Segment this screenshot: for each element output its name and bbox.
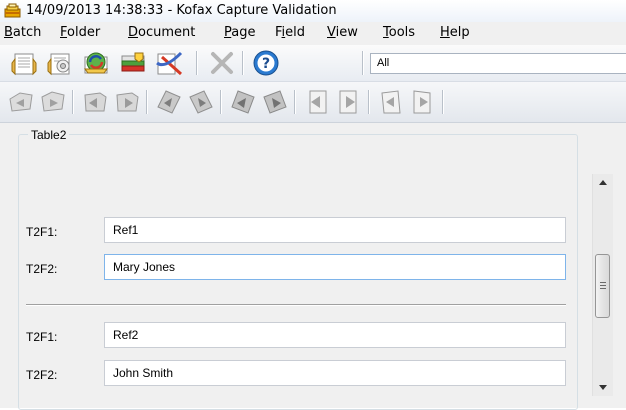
menu-help[interactable]: Help bbox=[440, 25, 470, 40]
next-page-icon[interactable] bbox=[260, 87, 290, 117]
toolbar-separator bbox=[196, 51, 198, 75]
prev-field-icon[interactable] bbox=[302, 87, 332, 117]
row2-t2f1-label: T2F1: bbox=[26, 330, 58, 344]
reject-icon[interactable] bbox=[153, 49, 185, 77]
menu-view[interactable]: View bbox=[327, 25, 358, 40]
thumb-grip bbox=[600, 282, 606, 283]
thumb-grip bbox=[600, 285, 606, 286]
open-batch-icon[interactable] bbox=[8, 49, 40, 77]
row-divider bbox=[26, 304, 566, 306]
main-toolbar: ? All bbox=[0, 45, 626, 82]
menu-field[interactable]: Field bbox=[275, 25, 305, 40]
prev-document-icon[interactable] bbox=[154, 87, 184, 117]
menu-folder[interactable]: Folder bbox=[60, 25, 100, 40]
field-filter-dropdown[interactable]: All bbox=[370, 53, 626, 74]
delete-icon[interactable] bbox=[205, 49, 237, 77]
prev-page-icon[interactable] bbox=[228, 87, 258, 117]
help-icon[interactable]: ? bbox=[250, 49, 282, 77]
scrollbar-thumb[interactable] bbox=[595, 254, 610, 318]
toolbar-separator bbox=[368, 90, 370, 114]
toolbar-separator bbox=[146, 90, 148, 114]
thumb-grip bbox=[600, 288, 606, 289]
row2-t2f2-label: T2F2: bbox=[26, 368, 58, 382]
toolbar-separator bbox=[242, 51, 244, 75]
menu-tools[interactable]: Tools bbox=[383, 25, 415, 40]
toolbar-separator bbox=[442, 90, 444, 114]
row1-t2f2-input[interactable]: Mary Jones bbox=[104, 254, 566, 280]
menu-document[interactable]: Document bbox=[128, 25, 195, 40]
scroll-up-arrow-icon[interactable] bbox=[593, 174, 613, 191]
next-folder-icon[interactable] bbox=[112, 87, 142, 117]
menu-batch[interactable]: Batch bbox=[4, 25, 41, 40]
toolbar-separator bbox=[72, 90, 74, 114]
close-batch-icon[interactable] bbox=[44, 49, 76, 77]
toolbar-separator bbox=[294, 90, 296, 114]
title-bar: 14/09/2013 14:38:33 - Kofax Capture Vali… bbox=[0, 0, 626, 22]
vertical-scrollbar[interactable] bbox=[592, 174, 613, 396]
prev-error-icon[interactable] bbox=[376, 87, 406, 117]
row2-t2f1-input[interactable]: Ref2 bbox=[104, 322, 566, 348]
navigation-toolbar bbox=[0, 82, 626, 123]
prev-folder-icon[interactable] bbox=[80, 87, 110, 117]
suspend-icon[interactable] bbox=[117, 49, 149, 77]
refresh-icon[interactable] bbox=[80, 49, 112, 77]
row1-t2f1-input[interactable]: Ref1 bbox=[104, 217, 566, 243]
svg-text:?: ? bbox=[262, 56, 270, 72]
first-batch-icon[interactable] bbox=[6, 87, 36, 117]
next-field-icon[interactable] bbox=[334, 87, 364, 117]
next-document-icon[interactable] bbox=[186, 87, 216, 117]
row1-t2f2-label: T2F2: bbox=[26, 262, 58, 276]
row1-t2f1-label: T2F1: bbox=[26, 225, 58, 239]
menu-bar: Batch Folder Document Page Field View To… bbox=[0, 22, 626, 46]
field-filter-value: All bbox=[377, 57, 390, 69]
table-title: Table2 bbox=[28, 128, 70, 142]
toolbar-separator bbox=[220, 90, 222, 114]
menu-page[interactable]: Page bbox=[224, 25, 255, 40]
window-title: 14/09/2013 14:38:33 - Kofax Capture Vali… bbox=[26, 3, 337, 18]
toolbar-separator bbox=[362, 51, 364, 75]
kofax-app-icon bbox=[4, 3, 21, 18]
last-batch-icon[interactable] bbox=[38, 87, 68, 117]
next-error-icon[interactable] bbox=[408, 87, 438, 117]
row2-t2f2-input[interactable]: John Smith bbox=[104, 360, 566, 386]
scroll-down-arrow-icon[interactable] bbox=[593, 379, 613, 396]
